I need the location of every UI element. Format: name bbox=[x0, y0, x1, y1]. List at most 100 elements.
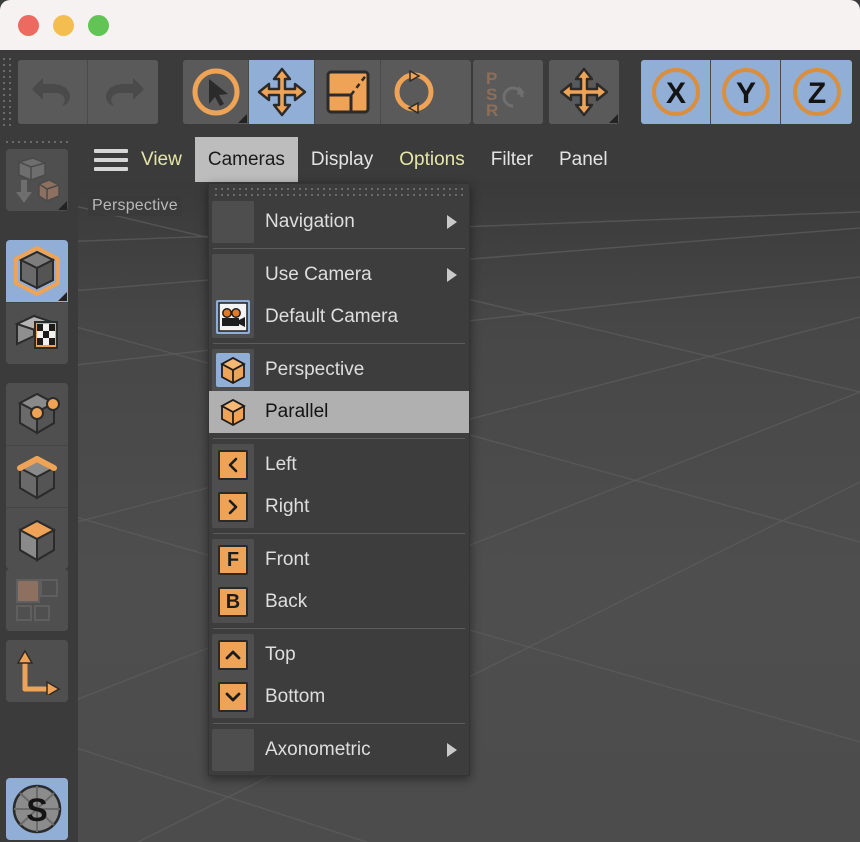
uv-editor-button[interactable] bbox=[6, 569, 68, 631]
toolbar-grip[interactable] bbox=[3, 58, 15, 128]
icon-slot: F bbox=[212, 539, 254, 581]
redo-button[interactable] bbox=[88, 60, 158, 124]
axis-corner-icon bbox=[16, 649, 61, 695]
svg-text:Y: Y bbox=[735, 77, 755, 110]
menu-item-panel[interactable]: Panel bbox=[546, 137, 621, 182]
icon-slot bbox=[212, 296, 254, 338]
model-mode-button[interactable] bbox=[6, 240, 68, 302]
uv-grid-icon bbox=[16, 579, 58, 621]
menu-separator bbox=[213, 628, 465, 629]
menu-item-options[interactable]: Options bbox=[386, 137, 477, 182]
menu-item-navigation[interactable]: Navigation bbox=[209, 201, 469, 243]
orange-cube-icon bbox=[220, 356, 246, 385]
menu-item-label: Right bbox=[265, 496, 310, 517]
edges-cube-icon bbox=[17, 455, 57, 500]
menu-item-bottom[interactable]: Bottom bbox=[209, 676, 469, 718]
svg-text:X: X bbox=[665, 77, 685, 110]
cameras-dropdown-menu: Navigation Use Camera Default Camera Per… bbox=[208, 183, 470, 776]
chevron-up-tile-icon bbox=[218, 640, 248, 670]
top-toolbar: P S R X Y Z bbox=[0, 50, 860, 135]
toolbar-group-axes: X Y Z bbox=[641, 60, 852, 124]
close-button[interactable] bbox=[18, 14, 39, 36]
undo-icon bbox=[31, 78, 70, 106]
orange-cube-icon bbox=[220, 398, 246, 427]
points-mode-button[interactable] bbox=[6, 383, 68, 445]
polygons-mode-button[interactable] bbox=[6, 507, 68, 569]
viewport-label: Perspective bbox=[88, 196, 182, 216]
menu-item-axonometric[interactable]: Axonometric bbox=[209, 729, 469, 771]
texture-cube-icon bbox=[14, 313, 58, 349]
menu-item-default-camera[interactable]: Default Camera bbox=[209, 296, 469, 338]
menu-item-right[interactable]: Right bbox=[209, 486, 469, 528]
empty-icon-slot bbox=[212, 254, 254, 296]
menu-item-label: Axonometric bbox=[265, 739, 371, 760]
dropdown-section-camera: Use Camera Default Camera bbox=[209, 254, 469, 338]
zoom-button[interactable] bbox=[88, 14, 109, 36]
empty-icon-slot bbox=[212, 729, 254, 771]
svg-text:Z: Z bbox=[807, 77, 825, 110]
axis-x-button[interactable]: X bbox=[641, 60, 711, 124]
snap-button[interactable]: S bbox=[6, 778, 68, 840]
axis-y-button[interactable]: Y bbox=[711, 60, 781, 124]
snap-sphere-s-icon: S bbox=[12, 784, 62, 834]
axis-z-icon: Z bbox=[792, 68, 841, 116]
menu-item-use-camera[interactable]: Use Camera bbox=[209, 254, 469, 296]
world-axis-button[interactable] bbox=[549, 60, 619, 124]
menu-item-label: Back bbox=[265, 591, 308, 612]
menu-item-label: Front bbox=[265, 549, 310, 570]
menu-item-label: Top bbox=[265, 644, 296, 665]
axis-modify-button[interactable] bbox=[6, 640, 68, 702]
menu-item-front[interactable]: F Front bbox=[209, 539, 469, 581]
menu-item-label: Navigation bbox=[265, 211, 355, 232]
menu-item-parallel[interactable]: Parallel bbox=[209, 391, 469, 433]
rotate-icon bbox=[394, 69, 434, 115]
sidebar-grip[interactable] bbox=[6, 139, 70, 147]
axis-y-icon: Y bbox=[721, 68, 770, 116]
sidebar-group-uv bbox=[6, 569, 68, 631]
menu-item-cameras[interactable]: Cameras bbox=[194, 137, 298, 182]
letter-b-tile-icon: B bbox=[218, 587, 248, 617]
dropdown-section-side-views: Left Right bbox=[209, 444, 469, 528]
menu-item-label: Use Camera bbox=[265, 264, 372, 285]
menu-item-perspective[interactable]: Perspective bbox=[209, 349, 469, 391]
tool-corner-marker bbox=[58, 201, 67, 210]
minimize-button[interactable] bbox=[53, 14, 74, 36]
dropdown-section-projection: Perspective Parallel bbox=[209, 349, 469, 433]
menu-item-top[interactable]: Top bbox=[209, 634, 469, 676]
scale-tool-button[interactable] bbox=[315, 60, 381, 124]
select-tool-button[interactable] bbox=[183, 60, 249, 124]
icon-slot bbox=[212, 349, 254, 391]
menu-item-display[interactable]: Display bbox=[298, 137, 386, 182]
menu-item-label: Bottom bbox=[265, 686, 326, 707]
tool-corner-marker bbox=[238, 114, 247, 123]
tool-corner-marker bbox=[58, 292, 67, 301]
polygons-cube-icon bbox=[17, 519, 57, 562]
make-editable-button[interactable] bbox=[6, 149, 68, 211]
menu-item-back[interactable]: B Back bbox=[209, 581, 469, 623]
icon-slot bbox=[212, 486, 254, 528]
menu-separator bbox=[213, 248, 465, 249]
submenu-arrow-icon bbox=[447, 215, 457, 229]
chevron-down-tile-icon bbox=[218, 682, 248, 712]
psr-button[interactable]: P S R bbox=[473, 60, 543, 124]
points-cube-icon bbox=[17, 392, 60, 435]
menu-item-left[interactable]: Left bbox=[209, 444, 469, 486]
menu-separator bbox=[213, 533, 465, 534]
icon-slot: B bbox=[212, 581, 254, 623]
menu-item-label: Default Camera bbox=[265, 306, 399, 327]
dropdown-section-axonometric: Axonometric bbox=[209, 729, 469, 771]
undo-button[interactable] bbox=[18, 60, 88, 124]
dropdown-grip[interactable] bbox=[209, 184, 469, 201]
axis-z-button[interactable]: Z bbox=[781, 60, 852, 124]
rotate-tool-button[interactable] bbox=[381, 60, 447, 124]
edges-mode-button[interactable] bbox=[6, 445, 68, 507]
texture-mode-button[interactable] bbox=[6, 302, 68, 364]
dropdown-section-top-bottom: Top Bottom bbox=[209, 634, 469, 718]
move-tool-button[interactable] bbox=[249, 60, 315, 124]
sidebar-group-components bbox=[6, 383, 68, 569]
menu-separator bbox=[213, 723, 465, 724]
macos-titlebar bbox=[0, 0, 860, 50]
menu-item-filter[interactable]: Filter bbox=[478, 137, 546, 182]
viewport-menu-icon[interactable] bbox=[94, 148, 128, 171]
menu-item-view[interactable]: View bbox=[128, 137, 195, 182]
